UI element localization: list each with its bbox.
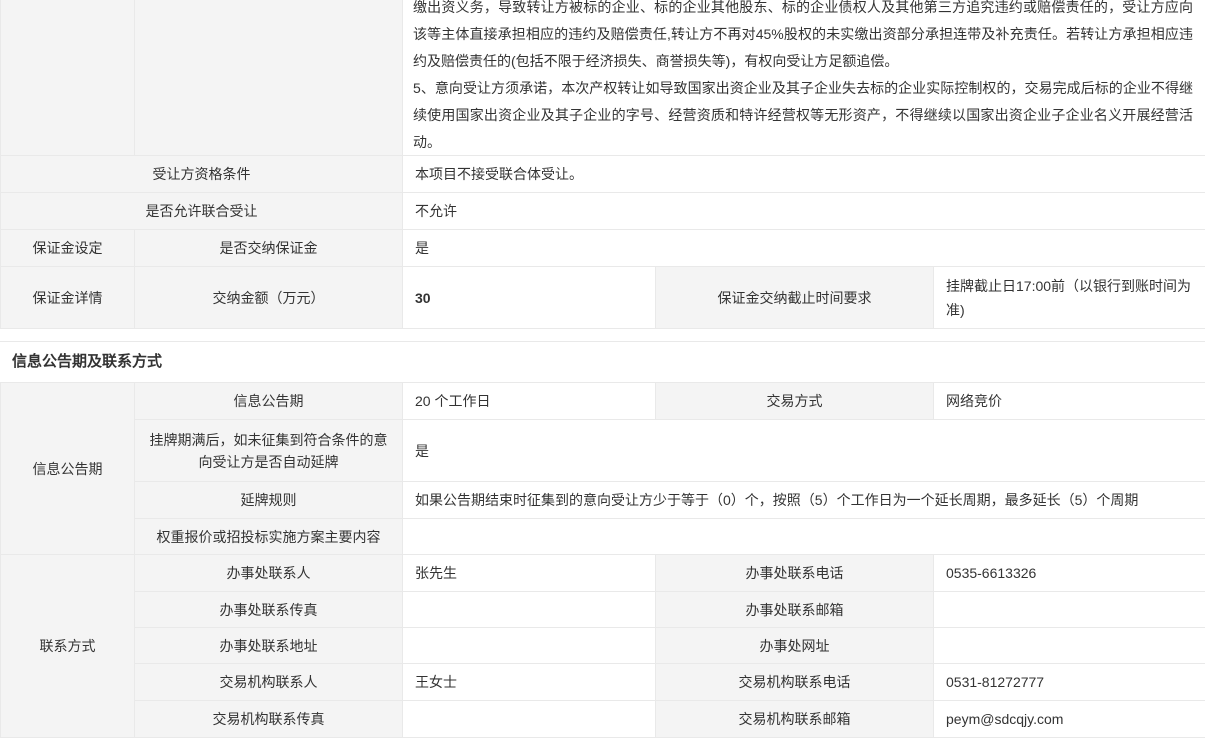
weight-plan-value [403,519,1205,555]
weight-plan-label: 权重报价或招投标实施方案主要内容 [135,519,403,555]
trade-method-value: 网络竞价 [934,383,1205,420]
deposit-required-value: 是 [403,230,1205,267]
org-fax-label: 交易机构联系传真 [135,701,403,738]
joint-transfer-value: 不允许 [403,193,1205,230]
extend-rule-label: 延牌规则 [135,482,403,519]
table-row: 受让方资格条件 本项目不接受联合体受让。 [1,156,1205,193]
office-email-value [934,592,1205,628]
deposit-deadline-label: 保证金交纳截止时间要求 [656,267,934,329]
notice-contact-table: 信息公告期 信息公告期 20 个工作日 交易方式 网络竞价 挂牌期满后，如未征集… [0,383,1205,738]
office-website-label: 办事处网址 [656,628,934,664]
notice-period-category: 信息公告期 [1,383,135,555]
office-address-value [403,628,656,664]
conditions-paragraph-2: 5、意向受让方须承诺，本次产权转让如导致国家出资企业及其子企业失去标的企业实际控… [403,75,1205,155]
table-row: 办事处联系传真 办事处联系邮箱 [1,592,1205,628]
office-phone-value: 0535-6613326 [934,555,1205,592]
table-row: 联系方式 办事处联系人 张先生 办事处联系电话 0535-6613326 [1,555,1205,592]
office-website-value [934,628,1205,664]
org-contact-value: 王女士 [403,664,656,701]
conditions-paragraph-1: 缴出资义务，导致转让方被标的企业、标的企业其他股东、标的企业债权人及其他第三方追… [403,0,1205,75]
office-contact-value: 张先生 [403,555,656,592]
table-row: 是否允许联合受让 不允许 [1,193,1205,230]
qualification-label: 受让方资格条件 [1,156,403,193]
deposit-amount-label: 交纳金额（万元） [135,267,403,329]
joint-transfer-label: 是否允许联合受让 [1,193,403,230]
office-fax-value [403,592,656,628]
label-cell-empty [135,0,403,156]
deposit-required-label: 是否交纳保证金 [135,230,403,267]
table-row: 缴出资义务，导致转让方被标的企业、标的企业其他股东、标的企业债权人及其他第三方追… [1,0,1205,156]
table-row: 保证金设定 是否交纳保证金 是 [1,230,1205,267]
notice-period-label: 信息公告期 [135,383,403,420]
auto-extend-label: 挂牌期满后，如未征集到符合条件的意向受让方是否自动延牌 [135,420,403,482]
section-title-notice-contact: 信息公告期及联系方式 [0,341,1205,383]
transfer-conditions-table: 缴出资义务，导致转让方被标的企业、标的企业其他股东、标的企业债权人及其他第三方追… [0,0,1205,329]
office-contact-label: 办事处联系人 [135,555,403,592]
table-row: 交易机构联系人 王女士 交易机构联系电话 0531-81272777 [1,664,1205,701]
qualification-value: 本项目不接受联合体受让。 [403,156,1205,193]
deposit-detail-category: 保证金详情 [1,267,135,329]
deposit-deadline-value: 挂牌截止日17:00前（以银行到账时间为准) [934,267,1205,329]
table-row: 信息公告期 信息公告期 20 个工作日 交易方式 网络竞价 [1,383,1205,420]
org-email-label: 交易机构联系邮箱 [656,701,934,738]
org-contact-label: 交易机构联系人 [135,664,403,701]
category-cell-empty [1,0,135,156]
office-address-label: 办事处联系地址 [135,628,403,664]
conditions-paragraph-cell: 缴出资义务，导致转让方被标的企业、标的企业其他股东、标的企业债权人及其他第三方追… [403,0,1205,156]
trade-method-label: 交易方式 [656,383,934,420]
org-phone-label: 交易机构联系电话 [656,664,934,701]
deposit-setting-category: 保证金设定 [1,230,135,267]
deposit-amount-value: 30 [403,267,656,329]
org-phone-value: 0531-81272777 [934,664,1205,701]
notice-period-value: 20 个工作日 [403,383,656,420]
table-row: 交易机构联系传真 交易机构联系邮箱 peym@sdcqjy.com [1,701,1205,738]
table-row: 权重报价或招投标实施方案主要内容 [1,519,1205,555]
org-email-value: peym@sdcqjy.com [934,701,1205,738]
office-email-label: 办事处联系邮箱 [656,592,934,628]
table-row: 挂牌期满后，如未征集到符合条件的意向受让方是否自动延牌 是 [1,420,1205,482]
auto-extend-value: 是 [403,420,1205,482]
table-row: 保证金详情 交纳金额（万元） 30 保证金交纳截止时间要求 挂牌截止日17:00… [1,267,1205,329]
org-fax-value [403,701,656,738]
contact-category: 联系方式 [1,555,135,738]
office-fax-label: 办事处联系传真 [135,592,403,628]
table-row: 办事处联系地址 办事处网址 [1,628,1205,664]
extend-rule-value: 如果公告期结束时征集到的意向受让方少于等于（0）个，按照（5）个工作日为一个延长… [403,482,1205,519]
table-row: 延牌规则 如果公告期结束时征集到的意向受让方少于等于（0）个，按照（5）个工作日… [1,482,1205,519]
office-phone-label: 办事处联系电话 [656,555,934,592]
